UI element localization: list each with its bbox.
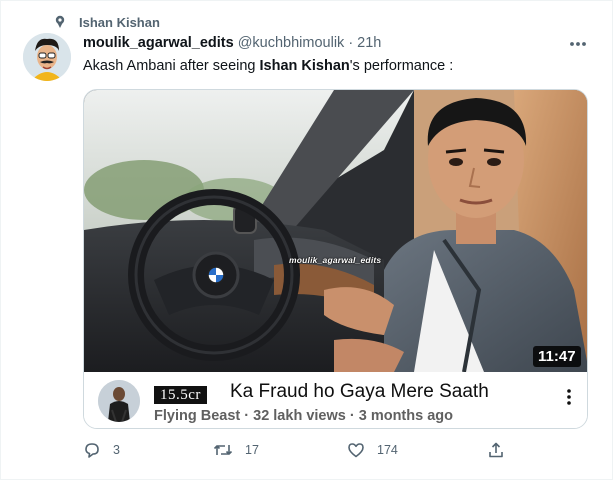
reply-icon [83, 441, 101, 459]
retweet-button[interactable]: 17 [213, 441, 259, 459]
share-icon [487, 441, 505, 459]
video-card[interactable]: moulik_agarwal_edits 11:47 15.5cr Ka Fra… [83, 89, 588, 429]
header-separator: · [348, 35, 354, 51]
social-context: Ishan Kishan [53, 13, 160, 31]
heart-icon [347, 441, 365, 459]
view-count: 32 lakh views [253, 408, 346, 424]
display-name[interactable]: moulik_agarwal_edits [83, 35, 234, 51]
action-bar: 3 17 174 [83, 441, 513, 463]
video-watermark: moulik_agarwal_edits [289, 255, 382, 265]
avatar[interactable] [23, 33, 71, 81]
tweet-text-mention: Ishan Kishan [259, 58, 350, 74]
video-meta: Flying Beast · 32 lakh views · 3 months … [154, 408, 453, 424]
timestamp[interactable]: 21h [357, 35, 381, 51]
meta-separator-1: · [244, 408, 250, 424]
pin-icon [53, 15, 67, 29]
tweet-card[interactable]: Ishan Kishan moulik_agarwal_edits @kuchb… [0, 0, 613, 480]
channel-avatar[interactable] [98, 380, 140, 422]
video-duration: 11:47 [533, 346, 581, 367]
share-button[interactable] [487, 441, 505, 459]
video-title[interactable]: Ka Fraud ho Gaya Mere Saath [230, 381, 489, 403]
retweet-count: 17 [245, 443, 259, 457]
video-info-bar[interactable]: 15.5cr Ka Fraud ho Gaya Mere Saath Flyin… [84, 372, 587, 428]
tweet-text-suffix: 's performance : [349, 58, 454, 74]
reply-count: 3 [113, 443, 120, 457]
context-label[interactable]: Ishan Kishan [79, 15, 160, 30]
meta-separator-2: · [349, 408, 355, 424]
video-more-icon[interactable] [562, 386, 576, 408]
like-button[interactable]: 174 [347, 441, 398, 459]
reply-button[interactable]: 3 [83, 441, 120, 459]
tweet-text-prefix: Akash Ambani after seeing [83, 58, 260, 74]
tweet-text: Akash Ambani after seeing Ishan Kishan's… [83, 58, 453, 74]
channel-name[interactable]: Flying Beast [154, 408, 240, 424]
price-badge: 15.5cr [154, 386, 207, 404]
like-count: 174 [377, 443, 398, 457]
upload-age: 3 months ago [358, 408, 453, 424]
tweet-header: moulik_agarwal_edits @kuchbhimoulik · 21… [83, 35, 381, 51]
handle[interactable]: @kuchbhimoulik [238, 35, 345, 51]
video-thumbnail[interactable]: moulik_agarwal_edits 11:47 [84, 90, 587, 372]
more-options-icon[interactable] [567, 34, 589, 54]
retweet-icon [213, 441, 233, 459]
